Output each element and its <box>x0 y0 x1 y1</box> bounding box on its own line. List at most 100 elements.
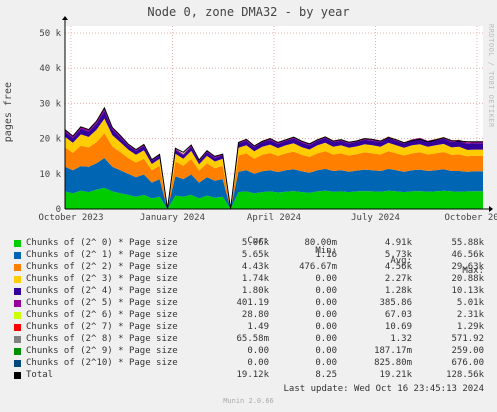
legend-label: Chunks of (2^ 1) * Page size <box>26 250 178 260</box>
legend-cur: 4.43k <box>241 262 269 272</box>
legend-swatch <box>14 372 21 379</box>
legend-label: Chunks of (2^ 4) * Page size <box>26 286 178 296</box>
munin-version: Munin 2.0.66 <box>223 397 274 405</box>
legend-min: 0.00 <box>315 346 337 356</box>
legend-min: 0.00 <box>315 322 337 332</box>
legend-swatch <box>14 336 21 343</box>
legend-row: Chunks of (2^ 4) * Page size 1.80k 0.00 1.2… <box>0 286 497 298</box>
legend-row: Chunks of (2^ 6) * Page size 28.80 0.00 67.… <box>0 310 497 322</box>
legend-max: 676.00 <box>451 358 484 368</box>
legend-label: Chunks of (2^ 2) * Page size <box>26 262 178 272</box>
legend-cur: 401.19 <box>236 298 269 308</box>
legend-avg: 5.73k <box>384 250 412 260</box>
legend-max: 10.13k <box>451 286 484 296</box>
legend-cur: 1.74k <box>241 274 269 284</box>
x-tick-label: October 2024 <box>444 213 497 223</box>
legend-avg: 4.91k <box>384 238 412 248</box>
legend-min: 0.00 <box>315 334 337 344</box>
y-tick-label: 20 k <box>39 135 61 145</box>
legend-min: 0.00 <box>315 358 337 368</box>
legend-label: Chunks of (2^ 7) * Page size <box>26 322 178 332</box>
y-tick-label: 30 k <box>39 99 61 109</box>
legend-swatch <box>14 348 21 355</box>
legend-max: 2.31k <box>456 310 484 320</box>
legend-cur: 0.00 <box>247 346 269 356</box>
chart-area: 010 k20 k30 k40 k50 kOctober 2023 January… <box>38 16 497 223</box>
legend-swatch <box>14 288 21 295</box>
legend-cur: 1.80k <box>241 286 269 296</box>
legend-cur: 65.58m <box>236 334 269 344</box>
legend-row: Chunks of (2^ 2) * Page size 4.43k 476.67m… <box>0 262 497 274</box>
legend-label: Chunks of (2^ 5) * Page size <box>26 298 178 308</box>
legend-swatch <box>14 252 21 259</box>
legend-cur: 5.06k <box>241 238 269 248</box>
last-update: Last update: Wed Oct 16 23:45:13 2024 <box>283 384 484 394</box>
legend-swatch <box>14 276 21 283</box>
legend-label: Chunks of (2^ 8) * Page size <box>26 334 178 344</box>
legend-max: 259.00 <box>451 346 484 356</box>
legend-max: 5.01k <box>456 298 484 308</box>
legend-max: 571.92 <box>451 334 484 344</box>
legend-avg: 1.28k <box>384 286 412 296</box>
y-tick-label: 50 k <box>39 29 61 39</box>
legend-max: 29.63k <box>451 262 484 272</box>
legend-row: Chunks of (2^ 7) * Page size 1.49 0.00 10.6… <box>0 322 497 334</box>
y-axis-arrow <box>62 16 68 20</box>
legend-max: 128.56k <box>446 370 484 380</box>
legend-avg: 825.80m <box>374 358 412 368</box>
legend-row: Chunks of (2^ 5) * Page size 401.19 0.00 38… <box>0 298 497 310</box>
legend-label: Chunks of (2^ 3) * Page size <box>26 274 178 284</box>
legend-avg: 187.17m <box>374 346 412 356</box>
legend-min: 0.00 <box>315 286 337 296</box>
legend-avg: 2.27k <box>384 274 412 284</box>
legend-row: Chunks of (2^10) * Page size 0.00 0.00 825.… <box>0 358 497 370</box>
x-tick-label: January 2024 <box>140 213 205 223</box>
legend-cur: 5.65k <box>241 250 269 260</box>
legend-max: 46.56k <box>451 250 484 260</box>
legend-cur: 28.80 <box>241 310 269 320</box>
legend-avg: 385.86 <box>379 298 412 308</box>
legend-row: Chunks of (2^ 8) * Page size 65.58m 0.00 1.… <box>0 334 497 346</box>
legend-header: Cur: Min: Avg: Max: <box>0 226 497 276</box>
legend-swatch <box>14 240 21 247</box>
legend-cur: 1.49 <box>247 322 269 332</box>
legend-row: Chunks of (2^ 1) * Page size 5.65k 1.16 5.7… <box>0 250 497 262</box>
legend-label: Chunks of (2^ 6) * Page size <box>26 310 178 320</box>
legend-swatch <box>14 360 21 367</box>
y-tick-label: 40 k <box>39 64 61 74</box>
legend-avg: 10.69 <box>384 322 412 332</box>
legend-avg: 67.03 <box>384 310 412 320</box>
legend-min: 8.25 <box>315 370 337 380</box>
legend-swatch <box>14 324 21 331</box>
legend-min: 0.00 <box>315 298 337 308</box>
legend-swatch <box>14 300 21 307</box>
y-tick-label: 10 k <box>39 170 61 180</box>
legend-row: Chunks of (2^ 0) * Page size 5.06k 80.00m 4… <box>0 238 497 250</box>
legend-cur: 19.12k <box>236 370 269 380</box>
legend-min: 80.00m <box>304 238 337 248</box>
legend-label: Chunks of (2^ 9) * Page size <box>26 346 178 356</box>
x-axis-arrow <box>489 206 493 212</box>
legend-avg: 1.32 <box>390 334 412 344</box>
legend-min: 476.67m <box>299 262 337 272</box>
legend-row: Chunks of (2^ 3) * Page size 1.74k 0.00 2.2… <box>0 274 497 286</box>
legend-label: Chunks of (2^10) * Page size <box>26 358 178 368</box>
x-tick-label: April 2024 <box>247 213 301 223</box>
legend-cur: 0.00 <box>247 358 269 368</box>
legend-row: Chunks of (2^ 9) * Page size 0.00 0.00 187.… <box>0 346 497 358</box>
legend-max: 55.88k <box>451 238 484 248</box>
legend-min: 0.00 <box>315 310 337 320</box>
legend-max: 20.88k <box>451 274 484 284</box>
legend-max: 1.29k <box>456 322 484 332</box>
legend-min: 1.16 <box>315 250 337 260</box>
x-tick-label: July 2024 <box>351 213 400 223</box>
legend-label: Total <box>26 370 54 380</box>
x-tick-label: October 2023 <box>38 213 103 223</box>
legend-avg: 19.21k <box>379 370 412 380</box>
legend-swatch <box>14 264 21 271</box>
legend-min: 0.00 <box>315 274 337 284</box>
legend-avg: 4.56k <box>384 262 412 272</box>
legend-swatch <box>14 312 21 319</box>
legend-label: Chunks of (2^ 0) * Page size <box>26 238 178 248</box>
legend-row: Total 19.12k 8.25 19.21k 128.56k <box>0 370 497 382</box>
